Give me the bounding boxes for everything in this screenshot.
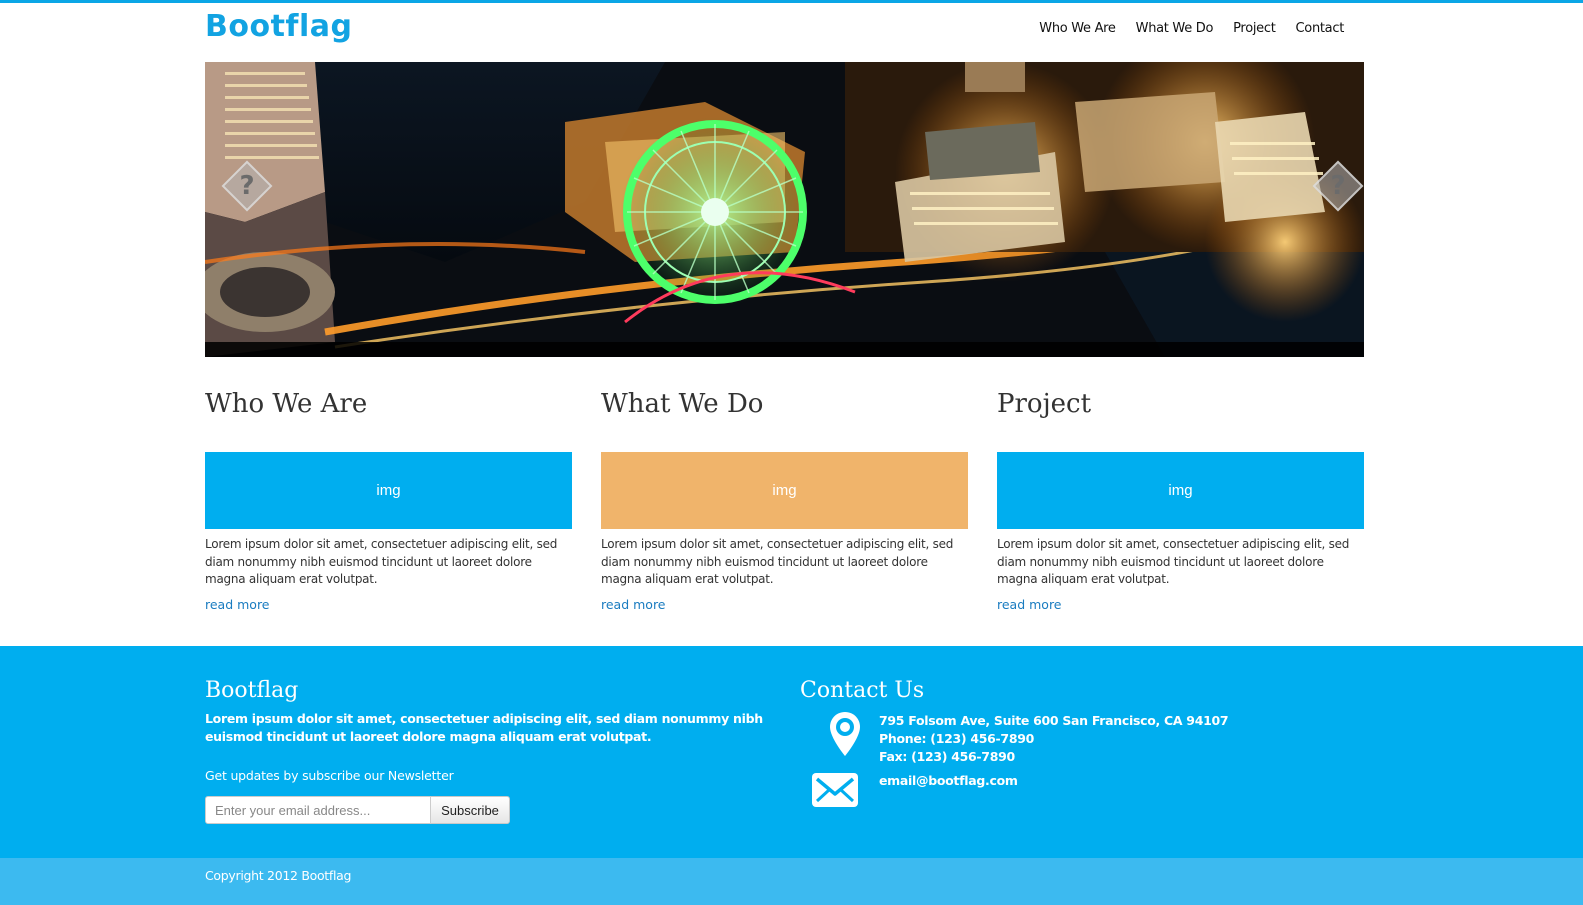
slider-caption-bar [205,342,1364,357]
read-more-link[interactable]: read more [205,597,572,612]
read-more-link[interactable]: read more [997,597,1364,612]
fax-text: Fax: (123) 456-7890 [879,749,1015,764]
newsletter-form: Subscribe [205,796,510,824]
brand-logo[interactable]: Bootflag [205,9,352,44]
column-title: Project [997,389,1092,419]
column-what-we-do: What We Do img Lorem ipsum dolor sit ame… [601,380,968,612]
column-who-we-are: Who We Are img Lorem ipsum dolor sit ame… [205,380,572,612]
address-text: 795 Folsom Ave, Suite 600 San Francisco,… [879,713,1229,728]
copyright-text: Copyright 2012 Bootflag [205,868,352,883]
slider-prev-glyph: ? [239,171,255,201]
subscribe-button[interactable]: Subscribe [431,796,510,824]
nav-who-we-are[interactable]: Who We Are [1039,21,1116,36]
phone-text: Phone: (123) 456-7890 [879,731,1035,746]
column-project: Project img Lorem ipsum dolor sit amet, … [997,380,1364,612]
column-title: Who We Are [205,389,368,419]
contact-title: Contact Us [800,678,925,703]
site-header: Bootflag Who We Are What We Do Project C… [205,3,1364,62]
newsletter-label: Get updates by subscribe our Newsletter [205,768,454,783]
hero-slider: ? ? [205,62,1364,357]
column-text: Lorem ipsum dolor sit amet, consectetuer… [997,537,1350,586]
site-footer: Bootflag Lorem ipsum dolor sit amet, con… [0,646,1583,858]
feature-columns: Who We Are img Lorem ipsum dolor sit ame… [205,380,1364,620]
nav-project[interactable]: Project [1233,21,1276,36]
map-pin-icon [830,712,860,756]
slider-next-glyph: ? [1330,171,1346,201]
footer-brand: Bootflag [205,678,299,703]
image-placeholder: img [601,452,968,529]
main-nav: Who We Are What We Do Project Contact [1039,21,1344,36]
footer-description: Lorem ipsum dolor sit amet, consectetuer… [205,711,763,744]
nav-contact[interactable]: Contact [1296,21,1345,36]
footer-about: Bootflag Lorem ipsum dolor sit amet, con… [205,676,765,824]
email-text[interactable]: email@bootflag.com [879,772,1018,790]
envelope-icon [812,773,858,807]
column-title: What We Do [601,389,764,419]
email-input[interactable] [205,796,431,824]
read-more-link[interactable]: read more [601,597,968,612]
column-text: Lorem ipsum dolor sit amet, consectetuer… [205,537,558,586]
slider-prev-arrow[interactable]: ? [221,160,273,212]
image-placeholder: img [997,452,1364,529]
contact-address-block: 795 Folsom Ave, Suite 600 San Francisco,… [879,712,1229,766]
image-placeholder: img [205,452,572,529]
nav-what-we-do[interactable]: What We Do [1136,21,1214,36]
footer-contact: Contact Us 795 Folsom Ave, Suite 600 San… [800,676,1360,807]
copyright-bar: Copyright 2012 Bootflag [0,858,1583,905]
hero-image-night-city [205,62,1364,357]
slider-next-arrow[interactable]: ? [1312,160,1364,212]
column-text: Lorem ipsum dolor sit amet, consectetuer… [601,537,954,586]
